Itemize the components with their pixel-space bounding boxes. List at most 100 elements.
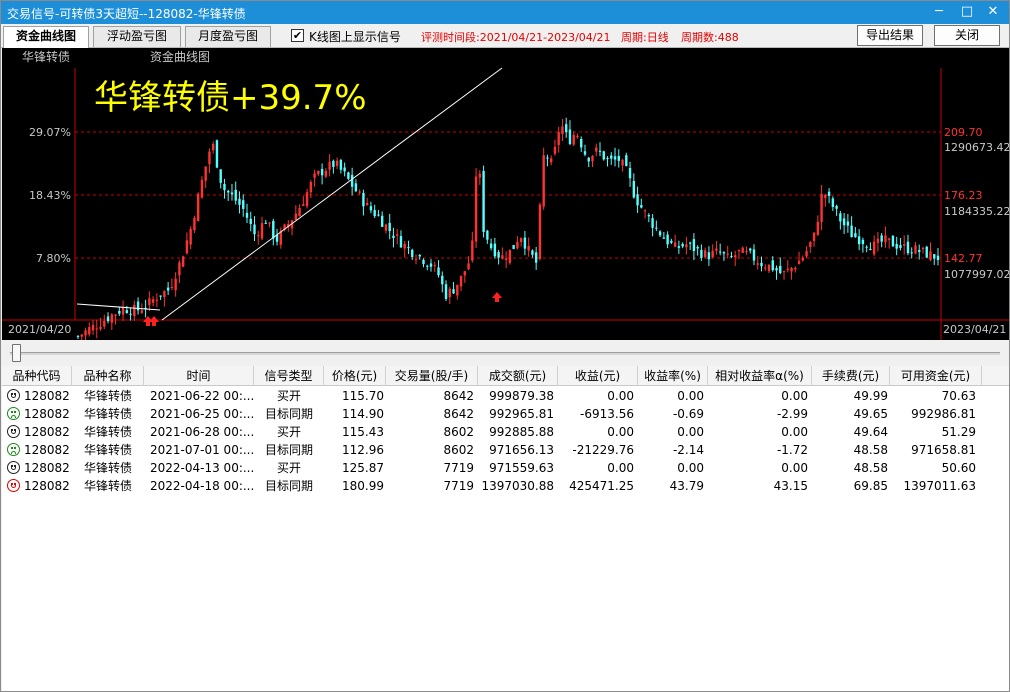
column-header-5[interactable]: 价格(元)	[324, 366, 386, 386]
candle-down	[444, 284, 448, 299]
export-button[interactable]: 导出结果	[857, 25, 923, 46]
candle-up	[643, 210, 647, 212]
cycle-count-text: 周期数:488	[681, 31, 739, 44]
cell-alpha: -2.99	[776, 407, 808, 421]
candle-down	[677, 246, 681, 248]
cell-name: 华锋转债	[83, 443, 132, 457]
candle-down	[587, 157, 590, 162]
x-end-label: 2023/04/21	[943, 323, 1006, 336]
cell-name: 华锋转债	[83, 461, 132, 475]
column-header-9[interactable]: 收益率(%)	[638, 366, 708, 386]
candle-down	[546, 157, 549, 159]
column-header-10[interactable]: 相对收益率α(%)	[708, 366, 812, 386]
show-signal-label: K线图上显示信号	[309, 30, 401, 44]
candle-down	[831, 198, 835, 207]
signal-markers	[143, 292, 502, 326]
candle-up	[317, 171, 320, 175]
candle-down	[534, 252, 538, 263]
table-row[interactable]: 128082 华锋转债 2021-06-28 00:... 买开 115.43 8602 9…	[2, 423, 1009, 441]
candle-down	[489, 243, 493, 249]
candle-down	[407, 247, 410, 249]
candle-up	[148, 298, 151, 305]
candle-up	[508, 249, 512, 263]
cell-alpha: 0.00	[781, 389, 808, 403]
tab-capital-curve[interactable]: 资金曲线图	[3, 26, 89, 48]
candle-down	[640, 205, 643, 208]
column-header-2[interactable]: 品种名称	[72, 366, 144, 386]
cell-signal: 目标同期	[264, 407, 313, 421]
candle-down	[486, 230, 489, 240]
candle-up	[887, 238, 891, 240]
cell-cash: 51.29	[941, 425, 976, 439]
candle-down	[223, 183, 226, 191]
candle-up	[99, 326, 102, 330]
candle-up	[358, 191, 361, 193]
candle-up	[151, 299, 155, 303]
cell-fee: 69.85	[853, 479, 888, 493]
candle-up	[396, 234, 399, 236]
candle-up	[196, 193, 200, 222]
candle-down	[264, 222, 267, 224]
table-header: 品种代码 品种名称 时间 信号类型 价格(元) 交易量(股/手) 成交额(元) 收益(元) 收益…	[2, 366, 1009, 386]
price-tick-2: 176.23	[944, 189, 983, 202]
candle-down	[343, 167, 346, 172]
cell-amount: 1397030.88	[481, 479, 554, 493]
cell-fee: 49.99	[853, 389, 888, 403]
candle-up	[790, 267, 793, 272]
cell-time: 2021-06-22 00:...	[150, 389, 254, 403]
capital-tick-3: 1077997.02	[944, 268, 1009, 281]
column-header-11[interactable]: 手续费(元)	[812, 366, 890, 386]
candle-up	[257, 235, 260, 237]
candle-down	[482, 170, 485, 232]
candle-down	[125, 310, 129, 313]
candle-down	[493, 243, 497, 257]
column-header-6[interactable]: 交易量(股/手)	[386, 366, 478, 386]
candle-down	[670, 240, 673, 243]
candle-down	[771, 260, 774, 271]
table-row[interactable]: 128082 华锋转债 2021-07-01 00:... 目标同期 112.96 860…	[2, 441, 1009, 459]
tab-monthly-pnl[interactable]: 月度盈亏图	[185, 26, 271, 47]
maximize-button[interactable]: □	[953, 1, 981, 24]
table-row[interactable]: 128082 华锋转债 2021-06-22 00:... 买开 115.70 8642 9…	[2, 387, 1009, 405]
smile-face-icon	[7, 461, 20, 474]
smile-face-icon	[7, 479, 20, 492]
table-row[interactable]: 128082 华锋转债 2021-06-25 00:... 目标同期 114.90 864…	[2, 405, 1009, 423]
minimize-button[interactable]: ─	[925, 1, 953, 24]
cell-code: 128082	[24, 461, 70, 475]
candle-up	[163, 291, 166, 298]
cell-alpha: 0.00	[781, 461, 808, 475]
time-scrollbar[interactable]	[2, 340, 1009, 366]
column-header-8[interactable]: 收益(元)	[558, 366, 638, 386]
column-header-1[interactable]: 品种代码	[2, 366, 72, 386]
column-header-3[interactable]: 时间	[144, 366, 254, 386]
close-window-button[interactable]: ✕	[979, 1, 1007, 24]
table-row[interactable]: 128082 华锋转债 2022-04-13 00:... 买开 125.87 7719 9…	[2, 459, 1009, 477]
candle-down	[933, 254, 936, 259]
buy-signal-arrow-3	[492, 292, 502, 302]
candle-up	[174, 278, 177, 291]
scroll-thumb[interactable]	[12, 344, 21, 362]
column-header-12[interactable]: 可用资金(元)	[890, 366, 982, 386]
candle-down	[118, 310, 121, 314]
base-line	[76, 303, 161, 311]
candle-down	[655, 227, 658, 229]
tab-floating-pnl[interactable]: 浮动盈亏图	[93, 26, 181, 47]
candle-up	[170, 286, 174, 288]
candle-up	[872, 241, 876, 255]
candle-up	[824, 194, 827, 199]
candle-down	[429, 263, 433, 267]
candle-down	[658, 231, 662, 236]
candle-down	[418, 254, 421, 257]
cell-profit: 425471.25	[569, 479, 634, 493]
column-header-4[interactable]: 信号类型	[254, 366, 324, 386]
candle-up	[501, 255, 504, 259]
close-button[interactable]: 关闭	[934, 25, 1000, 46]
sad-face-icon	[7, 407, 20, 420]
candle-up	[737, 249, 741, 252]
candle-up	[516, 241, 519, 249]
show-signal-checkbox[interactable]: ✔	[291, 29, 304, 42]
column-header-7[interactable]: 成交额(元)	[478, 366, 558, 386]
candle-up	[474, 176, 478, 242]
table-row[interactable]: 128082 华锋转债 2022-04-18 00:... 目标同期 180.99 771…	[2, 477, 1009, 495]
candle-down	[891, 235, 895, 247]
